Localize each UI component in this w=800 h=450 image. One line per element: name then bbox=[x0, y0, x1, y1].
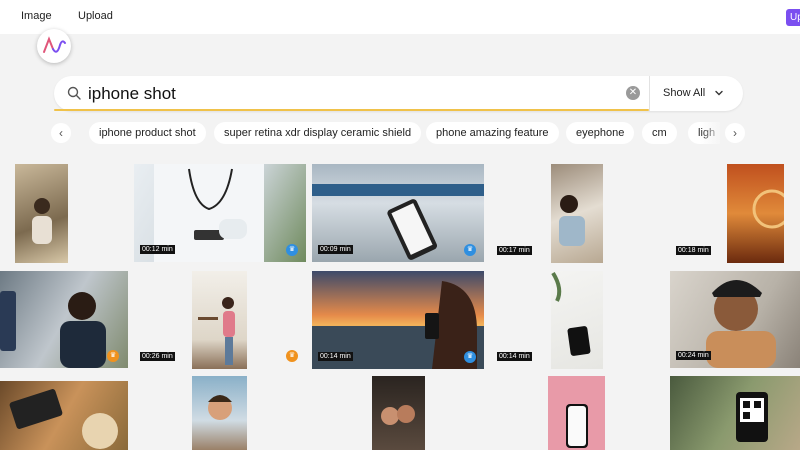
duration-label: 00:17 min bbox=[497, 246, 532, 255]
logo-mark-icon bbox=[43, 36, 66, 53]
search-divider bbox=[649, 76, 650, 111]
chips-fade bbox=[700, 118, 724, 148]
crown-icon: ♛ bbox=[286, 350, 298, 362]
video-thumbnail[interactable]: 00:24 min bbox=[670, 271, 800, 368]
person-figure bbox=[32, 198, 52, 244]
video-thumbnail[interactable] bbox=[548, 376, 605, 450]
chip-suggestion[interactable]: cm bbox=[642, 122, 677, 144]
chip-suggestion[interactable]: iphone product shot bbox=[89, 122, 206, 144]
chevron-right-icon[interactable]: › bbox=[725, 123, 745, 143]
video-thumbnail[interactable]: 00:09 min ♛ bbox=[312, 164, 484, 262]
clear-icon[interactable]: ✕ bbox=[626, 86, 640, 100]
crown-icon: ♛ bbox=[464, 351, 476, 363]
video-thumbnail[interactable] bbox=[192, 376, 247, 450]
video-thumbnail[interactable] bbox=[551, 164, 603, 263]
duration-label: 00:18 min bbox=[676, 246, 711, 255]
phone-on-desk bbox=[551, 271, 591, 356]
search-input[interactable] bbox=[88, 81, 608, 106]
chip-suggestion[interactable]: super retina xdr display ceramic shield bbox=[214, 122, 422, 144]
crown-icon: ♛ bbox=[464, 244, 476, 256]
chip-suggestion[interactable]: eyephone bbox=[566, 122, 635, 144]
duration-label: 00:14 min bbox=[318, 352, 353, 361]
phone-in-hand bbox=[566, 404, 588, 448]
video-thumbnail[interactable] bbox=[192, 271, 247, 369]
search-underline bbox=[54, 109, 649, 111]
video-thumbnail[interactable]: 00:14 min ♛ bbox=[312, 271, 484, 369]
glass-scene bbox=[752, 189, 784, 229]
search-icon bbox=[67, 86, 81, 100]
video-thumbnail[interactable]: ♛ bbox=[0, 271, 128, 368]
couple-scene bbox=[381, 405, 415, 425]
person-figure bbox=[559, 195, 585, 246]
video-thumbnail[interactable] bbox=[727, 164, 784, 263]
duration-label: 00:26 min bbox=[140, 352, 175, 361]
show-all-dropdown[interactable]: Show All bbox=[663, 87, 705, 99]
nav-upload[interactable]: Upload bbox=[78, 10, 113, 22]
video-thumbnail[interactable] bbox=[0, 381, 128, 450]
chevron-down-icon[interactable] bbox=[713, 87, 725, 99]
video-thumbnail[interactable] bbox=[551, 271, 603, 369]
food-scene bbox=[9, 389, 118, 449]
upload-button[interactable]: Upload bbox=[786, 9, 800, 26]
duration-label: 00:12 min bbox=[140, 245, 175, 254]
logo[interactable] bbox=[37, 29, 71, 63]
duration-label: 00:09 min bbox=[318, 245, 353, 254]
search-bar: ✕ Show All bbox=[54, 76, 743, 111]
nav-image[interactable]: Image bbox=[21, 10, 52, 22]
qr-phone-scene bbox=[736, 392, 768, 442]
video-thumbnail[interactable]: 00:12 min ♛ bbox=[134, 164, 306, 262]
chevron-left-icon[interactable]: ‹ bbox=[51, 123, 71, 143]
video-thumbnail[interactable] bbox=[15, 164, 68, 263]
crown-icon: ♛ bbox=[107, 350, 119, 362]
duration-label: 00:24 min bbox=[676, 351, 711, 360]
person-figure bbox=[208, 395, 232, 420]
video-thumbnail[interactable] bbox=[670, 376, 800, 450]
video-thumbnail[interactable] bbox=[372, 376, 425, 450]
crown-icon: ♛ bbox=[286, 244, 298, 256]
person-figure bbox=[198, 297, 235, 365]
chip-suggestion[interactable]: phone amazing feature bbox=[426, 122, 559, 144]
duration-label: 00:14 min bbox=[497, 352, 532, 361]
top-bar: Image Upload Upload bbox=[0, 0, 800, 34]
